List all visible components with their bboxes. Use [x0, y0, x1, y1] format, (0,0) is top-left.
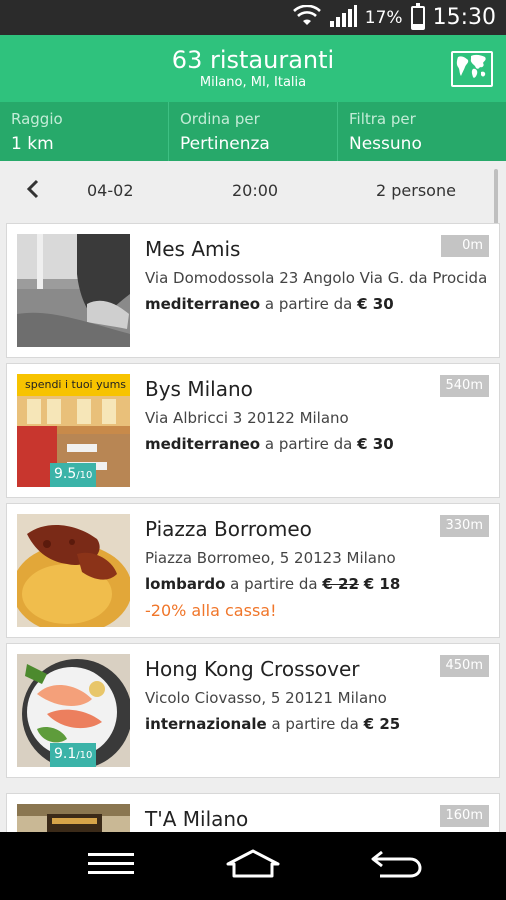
restaurant-photo — [17, 234, 130, 347]
category-filter-value: Nessuno — [349, 134, 422, 154]
signal-icon — [329, 4, 357, 32]
old-price: € 22 — [322, 575, 359, 593]
rating-badge: 9.1/10 — [50, 743, 97, 767]
restaurant-price-line: internazionale a partire da € 25 — [145, 715, 400, 733]
restaurant-name: Piazza Borromeo — [145, 517, 312, 541]
rating-badge: 9.5/10 — [50, 463, 97, 487]
radius-label: Raggio — [11, 110, 63, 128]
yums-badge: spendi i tuoi yums — [17, 374, 130, 396]
restaurant-price: € 18 — [363, 575, 401, 593]
restaurant-price: € 25 — [363, 715, 401, 733]
restaurant-cuisine: mediterraneo — [145, 295, 261, 313]
wifi-icon — [292, 4, 321, 31]
rating-scale: /10 — [76, 470, 93, 481]
menu-icon — [88, 852, 134, 880]
sort-value: Pertinenza — [180, 134, 270, 154]
restaurant-address: Via Domodossola 23 Angolo Via G. da Proc… — [145, 269, 488, 287]
restaurant-cuisine: internazionale — [145, 715, 267, 733]
restaurant-price-line: mediterraneo a partire da € 30 — [145, 295, 394, 313]
price-prefix: a partire da — [271, 715, 359, 733]
restaurant-card[interactable]: Piazza Borromeo Piazza Borromeo, 5 20123… — [6, 503, 500, 638]
battery-percent: 17% — [364, 7, 403, 28]
restaurant-address: Piazza Borromeo, 5 20123 Milano — [145, 549, 396, 567]
discount-promo: -20% alla cassa! — [145, 601, 277, 620]
radius-value: 1 km — [11, 134, 54, 154]
restaurant-name: T'A Milano — [145, 807, 249, 831]
restaurant-card[interactable]: 9.1/10 Hong Kong Crossover Vicolo Ciovas… — [6, 643, 500, 778]
restaurant-card[interactable]: spendi i tuoi yums 9.5/10 Bys Milano Via… — [6, 363, 500, 498]
restaurant-name: Mes Amis — [145, 237, 241, 261]
restaurant-card[interactable]: T'A Milano 160m — [6, 793, 500, 832]
restaurant-price-line: mediterraneo a partire da € 30 — [145, 435, 394, 453]
restaurant-cuisine: mediterraneo — [145, 435, 261, 453]
restaurant-price-line: lombardo a partire da € 22 € 18 — [145, 575, 400, 593]
category-filter[interactable]: Filtra per Nessuno — [338, 102, 506, 161]
distance-badge: 330m — [439, 515, 489, 537]
distance-badge: 450m — [439, 655, 489, 677]
category-filter-label: Filtra per — [349, 110, 416, 128]
home-icon — [225, 849, 281, 883]
rating-value: 9.1 — [54, 746, 77, 762]
back-button[interactable] — [368, 846, 424, 886]
restaurant-list: Mes Amis Via Domodossola 23 Angolo Via G… — [0, 221, 506, 832]
restaurant-photo — [17, 804, 130, 832]
app-header: 63 ristauranti Milano, MI, Italia — [0, 35, 506, 102]
restaurant-photo: 9.1/10 — [17, 654, 130, 767]
filter-bar: Raggio 1 km Ordina per Pertinenza Filtra… — [0, 102, 506, 161]
status-time: 15:30 — [432, 5, 496, 30]
restaurant-card[interactable]: Mes Amis Via Domodossola 23 Angolo Via G… — [6, 223, 500, 358]
sort-label: Ordina per — [180, 110, 260, 128]
booking-bar: 04-02 20:00 2 persone — [0, 161, 506, 221]
world-map-icon — [454, 52, 490, 86]
distance-badge: 0m — [441, 235, 489, 257]
restaurant-photo — [17, 514, 130, 627]
restaurant-name: Bys Milano — [145, 377, 253, 401]
location-subtitle: Milano, MI, Italia — [199, 75, 307, 90]
radius-filter[interactable]: Raggio 1 km — [0, 102, 169, 161]
booking-people[interactable]: 2 persone — [376, 181, 456, 200]
sort-filter[interactable]: Ordina per Pertinenza — [169, 102, 338, 161]
restaurant-name: Hong Kong Crossover — [145, 657, 360, 681]
restaurant-cuisine: lombardo — [145, 575, 226, 593]
booking-time[interactable]: 20:00 — [232, 181, 278, 200]
map-view-button[interactable] — [451, 51, 493, 87]
restaurant-price: € 30 — [357, 295, 394, 313]
rating-value: 9.5 — [54, 466, 77, 482]
restaurant-photo: spendi i tuoi yums 9.5/10 — [17, 374, 130, 487]
distance-badge: 160m — [439, 805, 489, 827]
price-prefix: a partire da — [264, 295, 353, 313]
previous-date-button[interactable] — [22, 178, 44, 204]
back-icon — [370, 849, 422, 883]
battery-icon — [410, 2, 425, 30]
restaurant-address: Via Albricci 3 20122 Milano — [145, 409, 349, 427]
home-button[interactable] — [224, 846, 282, 886]
restaurant-price: € 30 — [357, 435, 394, 453]
chevron-left-icon — [26, 179, 40, 203]
system-nav-bar — [0, 832, 506, 900]
rating-scale: /10 — [76, 750, 93, 761]
distance-badge: 540m — [439, 375, 489, 397]
price-prefix: a partire da — [264, 435, 353, 453]
status-bar: 17% 15:30 — [0, 0, 506, 35]
results-count-title: 63 ristauranti — [171, 46, 335, 74]
menu-button[interactable] — [86, 846, 136, 886]
restaurant-address: Vicolo Ciovasso, 5 20121 Milano — [145, 689, 387, 707]
booking-date[interactable]: 04-02 — [87, 181, 134, 200]
price-prefix: a partire da — [230, 575, 318, 593]
